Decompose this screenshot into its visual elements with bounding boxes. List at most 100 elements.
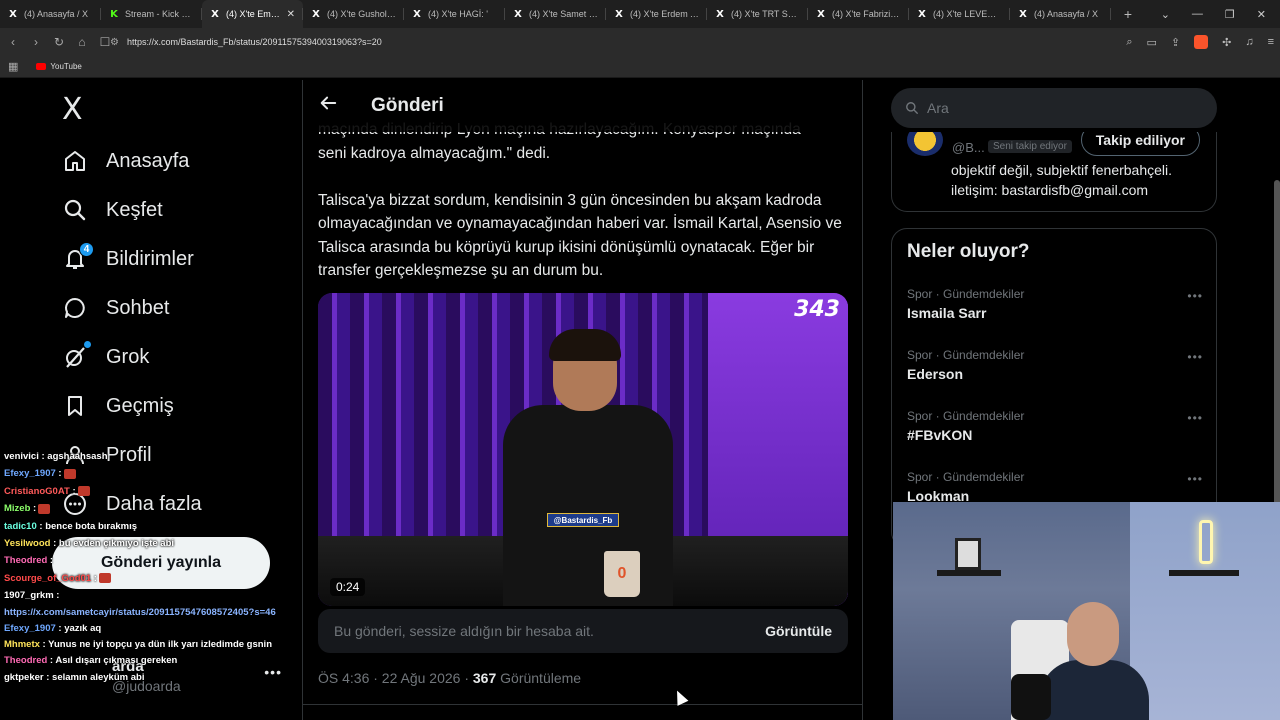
page-title: Gönderi (371, 95, 444, 116)
chat-text: : (69, 485, 76, 497)
share-icon[interactable]: ⇪ (1171, 36, 1180, 49)
tab-strip: X (4) Anasayfa / X K Stream - Kick Dashb X… (0, 0, 1280, 28)
browser-tab[interactable]: X (4) X'te Erdem Akb (606, 0, 707, 28)
x-favicon-icon: X (9, 8, 17, 20)
nav-item-notifications[interactable]: 4 Bildirimler (62, 239, 194, 279)
browser-tab[interactable]: X (4) Anasayfa / X (0, 0, 101, 28)
minimize-icon[interactable]: — (1192, 8, 1203, 20)
nav-item-bookmarks[interactable]: Geçmiş (62, 386, 174, 426)
extensions-icon[interactable]: ✣ (1222, 36, 1231, 49)
x-favicon-icon: X (413, 8, 421, 20)
x-favicon-icon: X (211, 8, 219, 20)
trend-more-icon[interactable]: ••• (1187, 289, 1203, 303)
x-favicon-icon: X (514, 8, 522, 20)
browser-tab[interactable]: X (4) Anasayfa / X (1010, 0, 1111, 28)
chat-link[interactable]: https://x.com/sametcayir/status/20911575… (4, 607, 276, 618)
nav-item-home[interactable]: Anasayfa (62, 141, 189, 181)
home-browser-icon[interactable]: ⌂ (72, 35, 92, 49)
reload-icon[interactable]: ↻ (49, 35, 69, 49)
x-favicon-icon: X (716, 8, 724, 20)
x-logo-icon[interactable]: X (62, 92, 83, 127)
apps-grid-icon[interactable]: ▦ (8, 60, 18, 73)
chat-user: Theodred (4, 555, 48, 567)
home-icon (62, 148, 88, 174)
search-input[interactable]: Ara (891, 88, 1217, 128)
close-window-icon[interactable]: ✕ (1257, 8, 1266, 21)
post-timestamp[interactable]: ÖS 4:36 · 22 Ağu 2026 · (318, 670, 473, 686)
trend-more-icon[interactable]: ••• (1187, 350, 1203, 364)
speaker-hair (549, 329, 621, 361)
post-text: maçında dinlendirip Lyon maçına hazırlay… (318, 118, 853, 306)
browser-tab[interactable]: K Stream - Kick Dashb (101, 0, 202, 28)
bio-line: iletişim: bastardisfb@gmail.com (951, 182, 1149, 198)
chat-text: : Asıl dışarı çıkması gereken (47, 655, 178, 667)
tab-close-icon[interactable]: ✕ (287, 9, 295, 20)
forward-icon[interactable]: › (26, 35, 46, 49)
nav-label: Sohbet (106, 296, 170, 319)
speaker-figure (493, 329, 683, 606)
chat-message: Mizeb : (0, 500, 300, 517)
chat-user: Yesilwood (4, 538, 51, 550)
url-field[interactable]: ⚙ https://x.com/Bastardis_Fb/status/2091… (110, 32, 1130, 52)
trend-category: Spor · Gündemdekiler (907, 287, 1025, 301)
bell-icon: 4 (62, 242, 94, 272)
chat-user: tadic10 (4, 520, 37, 532)
chat-message: Scourge_of_God01 : (0, 570, 300, 587)
trend-item[interactable]: Spor · Gündemdekiler Ismaila Sarr ••• (907, 287, 1207, 337)
trend-item[interactable]: Spor · Gündemdekiler #FBvKON ••• (907, 409, 1207, 459)
browser-actions: ⌕ ▭ ⇪ ✣ ♫ ≡ (1126, 32, 1274, 52)
browser-tab[interactable]: X (4) X'te HAGİ: ' (404, 0, 505, 28)
menu-icon[interactable]: ≡ (1268, 36, 1274, 48)
tab-title: (4) X'te HAGİ: ' (428, 9, 488, 19)
nav-label: Grok (106, 345, 150, 368)
tab-title: (4) X'te Fabrizio Ro (832, 9, 901, 19)
streamer-body (1039, 660, 1149, 720)
tab-title: Stream - Kick Dashb (125, 9, 194, 19)
site-settings-icon[interactable]: ⚙ (110, 37, 119, 48)
media-icon[interactable]: ♫ (1245, 36, 1253, 48)
trend-more-icon[interactable]: ••• (1187, 411, 1203, 425)
browser-tab[interactable]: X (4) X'te Fabrizio Ro (808, 0, 909, 28)
brave-shield-icon[interactable] (1194, 35, 1209, 49)
browser-tab[interactable]: X (4) X'te TRT Spor: (707, 0, 808, 28)
trend-category: Spor · Gündemdekiler (907, 470, 1025, 484)
maximize-icon[interactable]: ❐ (1225, 8, 1235, 21)
wall-shelf (1169, 570, 1239, 576)
show-button[interactable]: Görüntüle (765, 623, 832, 639)
trend-item[interactable]: Spor · Gündemdekiler Ederson ••• (907, 348, 1207, 398)
bookmark-icon (62, 393, 88, 419)
nav-item-explore[interactable]: Keşfet (62, 190, 163, 230)
profile-handle: @B... (952, 140, 985, 155)
browser-tab[interactable]: X (4) X'te LEVENT ÜN (909, 0, 1010, 28)
new-tab-button[interactable]: + (1117, 6, 1139, 22)
chat-user: Efexy_1907 (4, 622, 56, 634)
browser-tab-active[interactable]: X (4) X'te Emre: ' ✕ (202, 0, 303, 28)
zoom-icon[interactable]: ⌕ (1126, 36, 1132, 49)
bookmark-youtube[interactable]: YouTube (36, 62, 82, 71)
nav-item-grok[interactable]: Grok (62, 337, 149, 377)
profile-bio: objektif değil, subjektif fenerbahçeli. … (951, 160, 1221, 200)
browser-tab[interactable]: X (4) X'te Samet Çay (505, 0, 606, 28)
chat-message: CristianoG0AT : (0, 483, 300, 500)
x-favicon-icon: X (312, 8, 320, 20)
name-tag: @Bastardis_Fb (547, 513, 619, 527)
emote-icon (63, 468, 76, 479)
chat-user: CristianoG0AT (4, 485, 70, 497)
tab-title: (4) X'te Samet Çay (529, 9, 598, 19)
browser-tab[interactable]: X (4) X'te Gusholder (303, 0, 404, 28)
chat-message: Efexy_1907 : yazık aq (0, 620, 300, 637)
trend-more-icon[interactable]: ••• (1187, 472, 1203, 486)
youtube-icon (36, 63, 47, 70)
address-bar-row: ‹ › ↻ ⌂ ☐ ⚙ https://x.com/Bastardis_Fb/s… (0, 28, 1280, 56)
cast-icon[interactable]: ▭ (1146, 36, 1156, 49)
video-player[interactable]: 343 @Bastardis_Fb 0 0:24 (318, 293, 848, 606)
nav-item-chat[interactable]: Sohbet (62, 288, 169, 328)
search-placeholder: Ara (927, 100, 949, 116)
back-icon[interactable]: ‹ (3, 35, 23, 49)
tab-list-icon[interactable]: ⌄ (1161, 8, 1170, 21)
view-count: 367 (472, 670, 497, 686)
back-arrow-icon[interactable] (319, 94, 343, 118)
chat-text: : Yunus ne iyi topçu ya dün ilk yarı izl… (39, 639, 273, 651)
emote-icon (38, 503, 51, 514)
x-favicon-icon: X (615, 8, 623, 20)
